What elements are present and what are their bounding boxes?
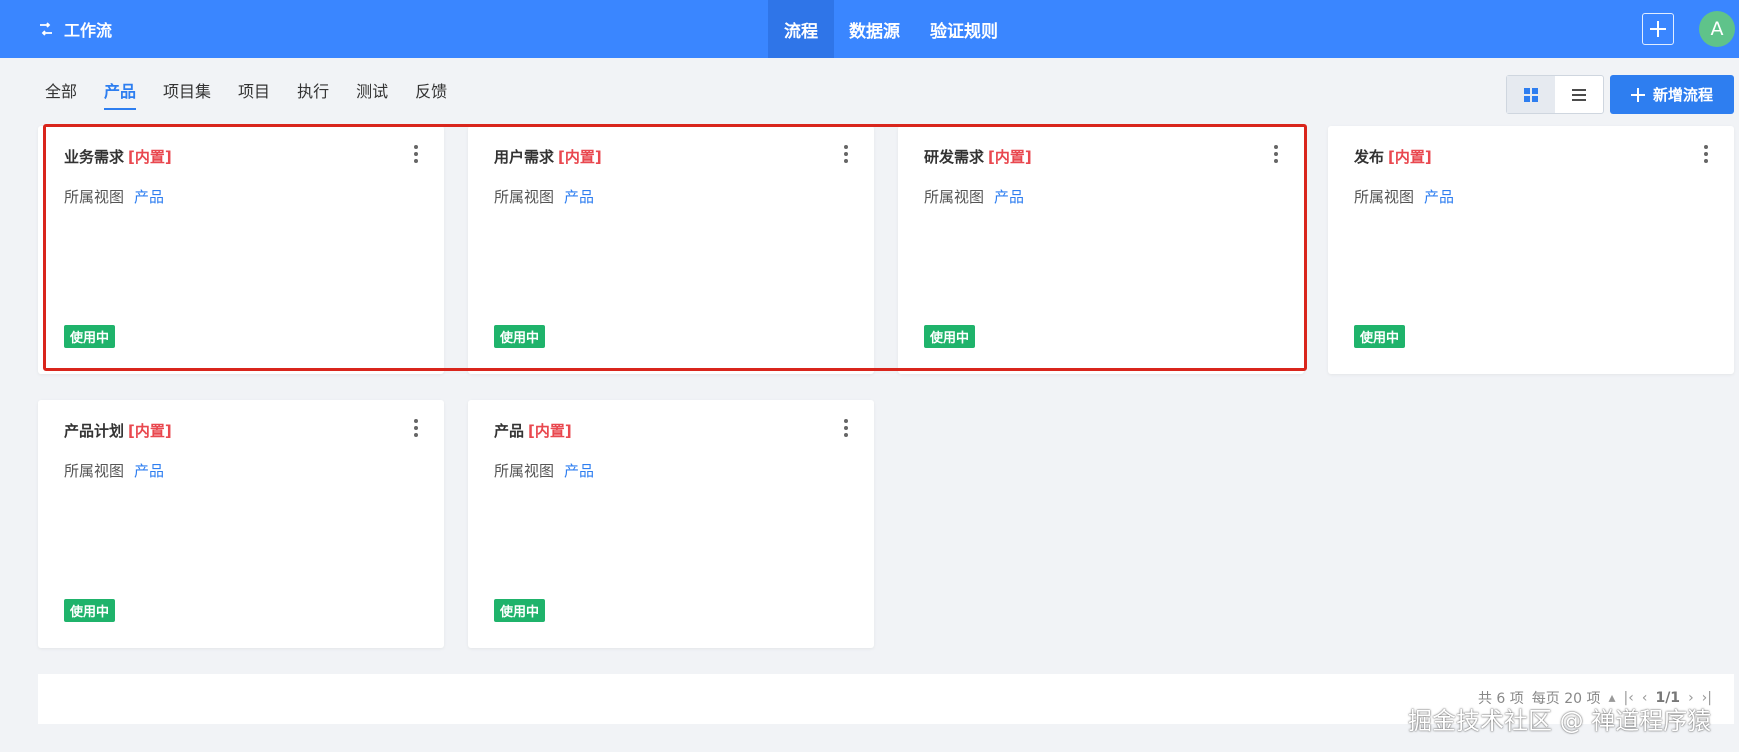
new-flow-label: 新增流程 [1652, 86, 1713, 104]
card-title: 产品计划 [64, 422, 125, 440]
top-nav: 流程 数据源 验证规则 [768, 0, 1013, 58]
flow-card-dev-req[interactable]: 研发需求 [内置] 所属视图 产品 使用中 [898, 126, 1304, 374]
view-label: 所属视图 [64, 188, 125, 206]
card-view-row: 所属视图 产品 [494, 186, 594, 207]
view-link[interactable]: 产品 [1424, 188, 1454, 206]
view-link[interactable]: 产品 [134, 188, 164, 206]
list-view-button[interactable] [1555, 76, 1603, 113]
new-flow-button[interactable]: 新增流程 [1610, 75, 1734, 114]
card-title: 发布 [1354, 148, 1385, 166]
card-title: 研发需求 [924, 148, 985, 166]
tab-test[interactable]: 测试 [356, 78, 388, 110]
tab-all[interactable]: 全部 [45, 78, 77, 110]
list-icon [1572, 88, 1586, 101]
view-filter-tabs: 全部 产品 项目集 项目 执行 测试 反馈 [45, 78, 447, 110]
card-title-wrap: 产品 [内置] [494, 420, 572, 441]
plus-icon [1650, 21, 1666, 37]
tab-project[interactable]: 项目 [238, 78, 270, 110]
builtin-tag: [内置] [128, 422, 172, 440]
card-title-wrap: 产品计划 [内置] [64, 420, 172, 441]
more-icon[interactable] [1270, 142, 1282, 166]
plus-icon [1630, 87, 1645, 102]
card-title-wrap: 用户需求 [内置] [494, 146, 602, 167]
view-label: 所属视图 [924, 188, 985, 206]
more-icon[interactable] [410, 142, 422, 166]
card-title-wrap: 发布 [内置] [1354, 146, 1432, 167]
grid-icon [1524, 87, 1538, 102]
status-badge: 使用中 [924, 325, 976, 348]
tab-product[interactable]: 产品 [104, 78, 137, 110]
card-view-row: 所属视图 产品 [494, 460, 594, 481]
view-mode-toggle [1506, 75, 1604, 114]
app-brand[interactable]: 工作流 [38, 0, 112, 58]
builtin-tag: [内置] [1388, 148, 1432, 166]
tab-flow[interactable]: 流程 [768, 0, 834, 58]
card-title: 用户需求 [494, 148, 555, 166]
tab-feedback[interactable]: 反馈 [415, 78, 447, 110]
card-title: 产品 [494, 422, 525, 440]
view-link[interactable]: 产品 [134, 462, 164, 480]
builtin-tag: [内置] [558, 148, 602, 166]
more-icon[interactable] [840, 142, 852, 166]
more-icon[interactable] [840, 416, 852, 440]
avatar[interactable]: A [1699, 11, 1735, 47]
app-title: 工作流 [64, 21, 113, 40]
tab-validation-rules[interactable]: 验证规则 [915, 0, 1013, 58]
view-link[interactable]: 产品 [994, 188, 1024, 206]
tab-program[interactable]: 项目集 [163, 78, 211, 110]
flow-card-product[interactable]: 产品 [内置] 所属视图 产品 使用中 [468, 400, 874, 648]
top-bar: 工作流 流程 数据源 验证规则 A [0, 0, 1739, 58]
card-view-row: 所属视图 产品 [64, 186, 164, 207]
flow-card-release[interactable]: 发布 [内置] 所属视图 产品 使用中 [1328, 126, 1734, 374]
card-view-row: 所属视图 产品 [924, 186, 1024, 207]
watermark: 掘金技术社区 @ 禅道程序猿 [1408, 707, 1712, 735]
card-title-wrap: 业务需求 [内置] [64, 146, 172, 167]
more-icon[interactable] [1700, 142, 1712, 166]
builtin-tag: [内置] [528, 422, 572, 440]
view-link[interactable]: 产品 [564, 188, 594, 206]
tab-execution[interactable]: 执行 [297, 78, 329, 110]
card-title-wrap: 研发需求 [内置] [924, 146, 1032, 167]
status-badge: 使用中 [64, 325, 116, 348]
status-badge: 使用中 [494, 325, 546, 348]
flow-card-business-req[interactable]: 业务需求 [内置] 所属视图 产品 使用中 [38, 126, 444, 374]
top-add-button[interactable] [1642, 13, 1674, 45]
view-link[interactable]: 产品 [564, 462, 594, 480]
status-badge: 使用中 [64, 599, 116, 622]
flow-card-user-req[interactable]: 用户需求 [内置] 所属视图 产品 使用中 [468, 126, 874, 374]
view-label: 所属视图 [494, 188, 555, 206]
view-label: 所属视图 [1354, 188, 1415, 206]
status-badge: 使用中 [1354, 325, 1406, 348]
workflow-icon [40, 22, 52, 36]
tab-datasource[interactable]: 数据源 [834, 0, 915, 58]
view-label: 所属视图 [494, 462, 555, 480]
card-view-row: 所属视图 产品 [1354, 186, 1454, 207]
card-view-row: 所属视图 产品 [64, 460, 164, 481]
card-title: 业务需求 [64, 148, 125, 166]
more-icon[interactable] [410, 416, 422, 440]
builtin-tag: [内置] [988, 148, 1032, 166]
flow-card-product-plan[interactable]: 产品计划 [内置] 所属视图 产品 使用中 [38, 400, 444, 648]
view-label: 所属视图 [64, 462, 125, 480]
card-view-button[interactable] [1507, 76, 1555, 113]
builtin-tag: [内置] [128, 148, 172, 166]
status-badge: 使用中 [494, 599, 546, 622]
